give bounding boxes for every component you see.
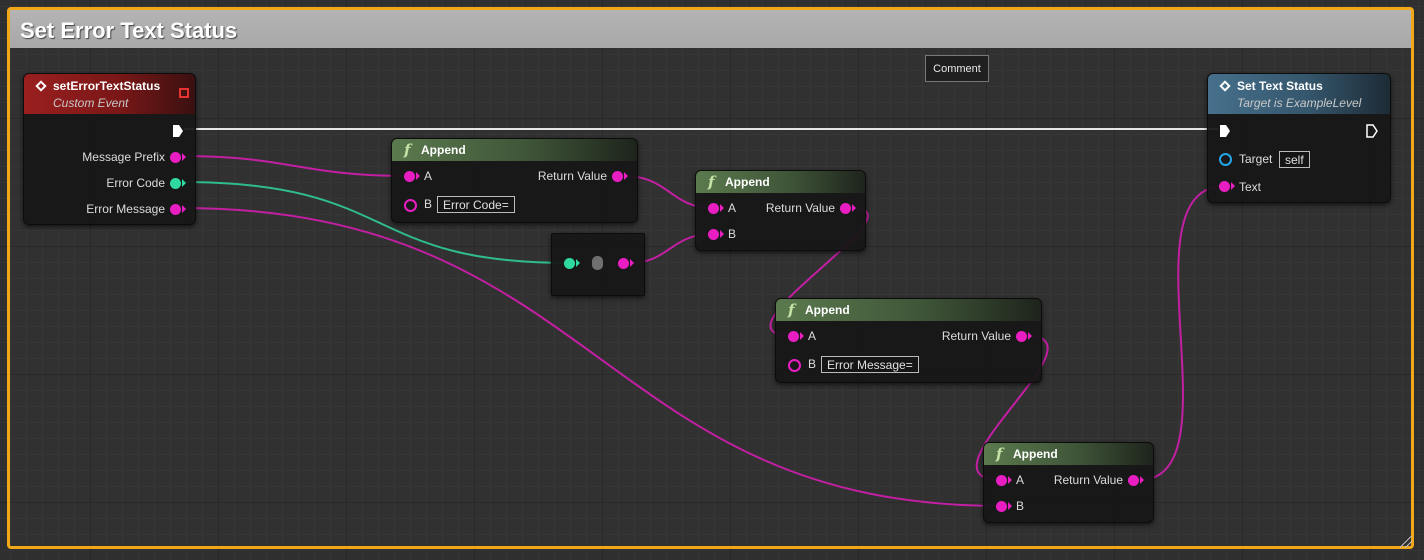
append-node-2[interactable]: f Append A B Return Value xyxy=(695,170,866,251)
append-2-return-pin[interactable] xyxy=(840,203,851,214)
append-3-return-label: Return Value xyxy=(941,329,1011,343)
append-2-header xyxy=(696,171,865,193)
append-1-a-pin[interactable] xyxy=(404,171,415,182)
conversion-in-arrow-icon xyxy=(576,259,580,267)
function-icon: f xyxy=(996,445,1003,463)
append-3-b-input[interactable]: Error Message= xyxy=(821,356,919,373)
conversion-node[interactable] xyxy=(551,233,645,296)
append-2-a-label: A xyxy=(728,201,737,215)
conversion-in-pin[interactable] xyxy=(564,258,575,269)
append-4-b-label: B xyxy=(1016,499,1025,513)
append-2-return-arrow-icon xyxy=(852,204,856,212)
exec-out-icon[interactable] xyxy=(1366,124,1378,138)
error-code-pin[interactable] xyxy=(170,178,181,189)
target-pin[interactable] xyxy=(1219,153,1232,166)
message-prefix-label: Message Prefix xyxy=(82,150,165,164)
append-3-return-arrow-icon xyxy=(1028,332,1032,340)
message-prefix-arrow-icon xyxy=(182,153,186,161)
custom-event-subtitle: Custom Event xyxy=(53,96,129,110)
conversion-out-pin[interactable] xyxy=(618,258,629,269)
append-1-return-arrow-icon xyxy=(624,172,628,180)
set-text-status-subtitle: Target is ExampleLevel xyxy=(1237,96,1362,110)
append-4-a-label: A xyxy=(1016,473,1025,487)
append-1-a-arrow-icon xyxy=(416,172,420,180)
conversion-icon xyxy=(592,256,603,270)
append-2-b-pin[interactable] xyxy=(708,229,719,240)
append-1-return-pin[interactable] xyxy=(612,171,623,182)
target-input[interactable]: self xyxy=(1279,151,1310,168)
custom-event-title: setErrorTextStatus xyxy=(53,79,161,93)
custom-event-node[interactable]: setErrorTextStatus Custom Event Message … xyxy=(23,73,196,225)
append-2-b-label: B xyxy=(728,227,737,241)
append-2-a-pin[interactable] xyxy=(708,203,719,214)
append-node-3[interactable]: f Append A B Error Message= Return Value xyxy=(775,298,1042,383)
append-3-b-label: B xyxy=(808,357,817,371)
append-2-a-arrow-icon xyxy=(720,204,724,212)
append-4-return-arrow-icon xyxy=(1140,476,1144,484)
function-icon: f xyxy=(788,301,795,319)
append-1-title: Append xyxy=(421,143,466,157)
stop-icon[interactable] xyxy=(179,88,189,98)
append-4-a-arrow-icon xyxy=(1008,476,1012,484)
append-3-title: Append xyxy=(805,303,850,317)
blueprint-graph-canvas[interactable]: Set Error Text Status Comment setErrorTe… xyxy=(0,0,1424,560)
append-1-return-label: Return Value xyxy=(537,169,607,183)
append-4-b-pin[interactable] xyxy=(996,501,1007,512)
append-1-b-label: B xyxy=(424,197,433,211)
append-node-1[interactable]: f Append A B Error Code= Return Value xyxy=(391,138,638,223)
error-message-label: Error Message xyxy=(86,202,165,216)
append-3-a-arrow-icon xyxy=(800,332,804,340)
append-4-b-arrow-icon xyxy=(1008,502,1012,510)
append-3-b-pin[interactable] xyxy=(788,359,801,372)
message-prefix-pin[interactable] xyxy=(170,152,181,163)
target-label: Target xyxy=(1239,152,1273,166)
append-1-b-pin[interactable] xyxy=(404,199,417,212)
set-text-status-title: Set Text Status xyxy=(1237,79,1323,93)
append-4-title: Append xyxy=(1013,447,1058,461)
append-4-return-label: Return Value xyxy=(1053,473,1123,487)
append-4-header xyxy=(984,443,1153,465)
append-2-b-arrow-icon xyxy=(720,230,724,238)
error-message-arrow-icon xyxy=(182,205,186,213)
conversion-out-arrow-icon xyxy=(630,259,634,267)
wire-message-prefix-to-append1-a[interactable] xyxy=(180,155,410,177)
append-2-return-label: Return Value xyxy=(765,201,835,215)
append-1-a-label: A xyxy=(424,169,433,183)
error-code-arrow-icon xyxy=(182,179,186,187)
function-icon: f xyxy=(708,173,715,191)
append-3-a-label: A xyxy=(808,329,817,343)
append-3-a-pin[interactable] xyxy=(788,331,799,342)
append-4-return-pin[interactable] xyxy=(1128,475,1139,486)
append-3-return-pin[interactable] xyxy=(1016,331,1027,342)
text-pin[interactable] xyxy=(1219,181,1230,192)
error-code-label: Error Code xyxy=(106,176,165,190)
append-4-a-pin[interactable] xyxy=(996,475,1007,486)
set-text-status-node[interactable]: Set Text Status Target is ExampleLevel T… xyxy=(1207,73,1391,203)
append-1-b-input[interactable]: Error Code= xyxy=(437,196,515,213)
append-node-4[interactable]: f Append A B Return Value xyxy=(983,442,1154,523)
text-label: Text xyxy=(1239,180,1262,194)
text-arrow-icon xyxy=(1231,182,1235,190)
function-icon: f xyxy=(404,141,411,159)
error-message-pin[interactable] xyxy=(170,204,181,215)
wire-append4-to-text[interactable] xyxy=(1138,185,1226,481)
append-2-title: Append xyxy=(725,175,770,189)
exec-in-icon[interactable] xyxy=(1219,124,1231,138)
exec-out-icon[interactable] xyxy=(172,124,184,138)
